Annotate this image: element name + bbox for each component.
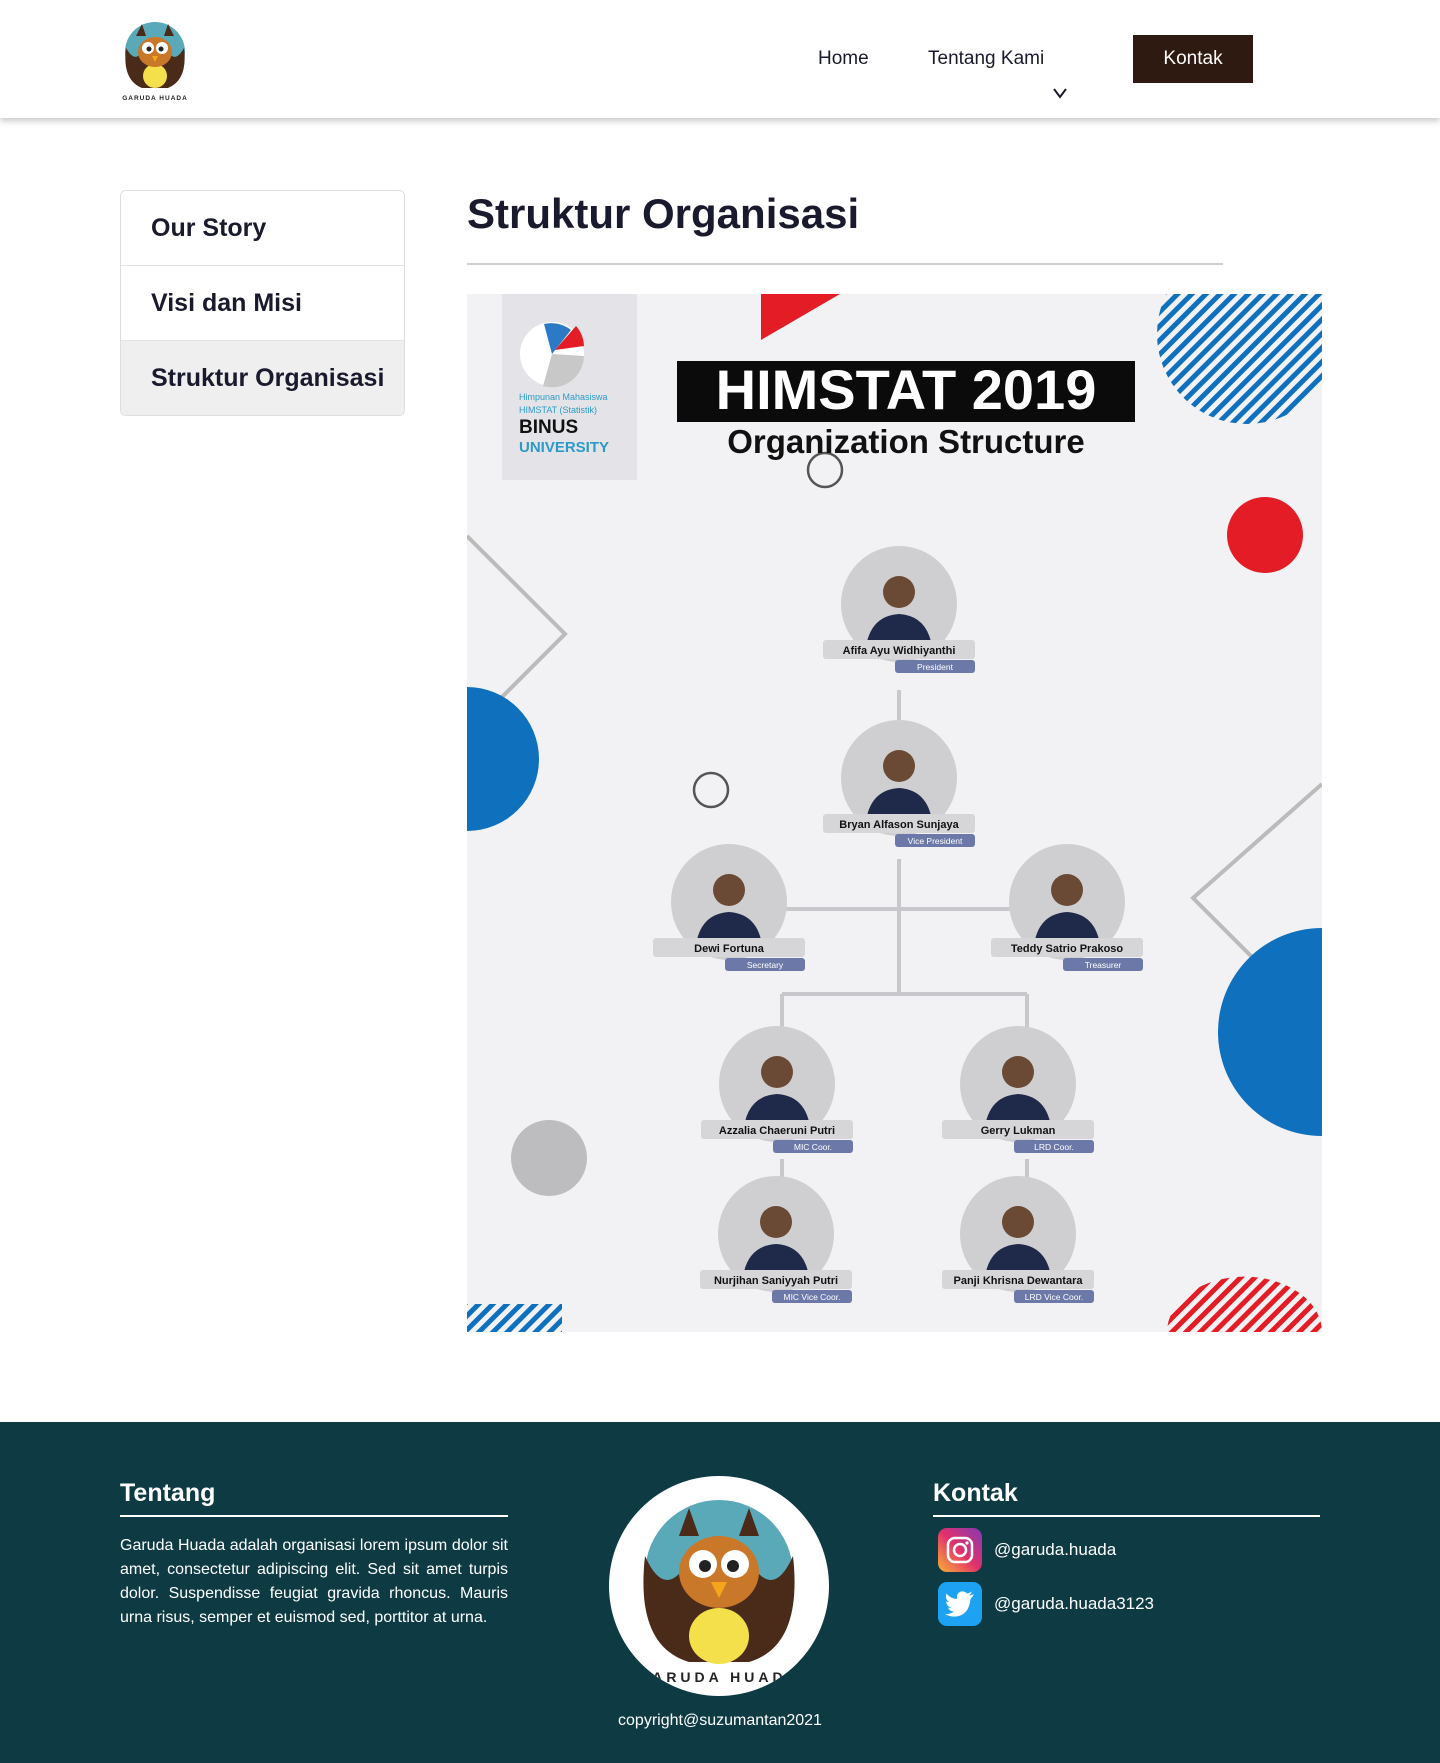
instagram-handle: @garuda.huada: [994, 1540, 1117, 1559]
garuda-huada-logo[interactable]: GARUDA HUADA: [118, 18, 192, 102]
badge-line-2: HIMSTAT (Statistik): [519, 405, 597, 415]
owl-logo-icon: GARUDA HUADA: [122, 22, 188, 102]
member-head: [1051, 874, 1083, 906]
member-role: MIC Vice Coor.: [783, 1292, 840, 1302]
member-role: LRD Vice Coor.: [1025, 1292, 1083, 1302]
member-role: President: [917, 662, 954, 672]
twitter-link[interactable]: @garuda.huada3123: [938, 1582, 1154, 1626]
member-role: Secretary: [747, 960, 784, 970]
member-head: [883, 750, 915, 782]
member-role: MIC Coor.: [794, 1142, 832, 1152]
instagram-icon: [938, 1528, 982, 1572]
twitter-handle: @garuda.huada3123: [994, 1594, 1155, 1613]
member-name: Dewi Fortuna: [694, 943, 765, 955]
member-head: [883, 576, 915, 608]
member-head: [761, 1056, 793, 1088]
kontak-button[interactable]: Kontak: [1133, 35, 1253, 83]
decor-stripes-bottom-left: [467, 1304, 562, 1332]
member-name: Azzalia Chaeruni Putri: [719, 1125, 835, 1137]
member-name: Panji Khrisna Dewantara: [954, 1275, 1084, 1287]
sidebar-item-struktur-organisasi[interactable]: Struktur Organisasi: [121, 341, 404, 415]
member-role: Treasurer: [1085, 960, 1122, 970]
footer-logo-text: GARUDA HUADA: [637, 1669, 800, 1685]
sidebar-item-visi-misi[interactable]: Visi dan Misi: [121, 266, 404, 341]
footer-copyright: copyright@suzumantan2021: [618, 1712, 822, 1729]
site-header: GARUDA HUADA Home Tentang Kami Kontak: [0, 0, 1440, 118]
title-divider: [467, 263, 1223, 265]
badge-line-3: BINUS: [519, 417, 578, 438]
sidebar-item-our-story[interactable]: Our Story: [121, 191, 404, 266]
logo-text: GARUDA HUADA: [122, 95, 188, 102]
footer-contact-heading: Kontak: [933, 1479, 1018, 1507]
chevron-down-icon[interactable]: [1052, 86, 1068, 100]
member-role: Vice President: [908, 836, 963, 846]
member-head: [760, 1206, 792, 1238]
nav-home[interactable]: Home: [818, 48, 869, 70]
twitter-icon: [938, 1582, 982, 1626]
decor-red-circle: [1227, 497, 1303, 573]
footer-about-text: Garuda Huada adalah organisasi lorem ips…: [120, 1537, 508, 1626]
member-head: [1002, 1206, 1034, 1238]
footer-logo: GARUDA HUADA: [609, 1476, 829, 1696]
member-head: [1002, 1056, 1034, 1088]
org-structure-image: Himpunan Mahasiswa HIMSTAT (Statistik) B…: [467, 294, 1322, 1332]
badge-line-4: UNIVERSITY: [519, 439, 609, 456]
member-head: [713, 874, 745, 906]
nav-tentang-kami[interactable]: Tentang Kami: [928, 48, 1044, 70]
footer-contact-divider: [933, 1515, 1320, 1517]
member-name: Teddy Satrio Prakoso: [1011, 943, 1124, 955]
image-subheading: Organization Structure: [727, 423, 1085, 460]
member-name: Afifa Ayu Widhiyanthi: [843, 645, 956, 657]
image-heading: HIMSTAT 2019: [716, 358, 1097, 421]
site-footer: Tentang Garuda Huada adalah organisasi l…: [0, 1422, 1440, 1763]
badge-line-1: Himpunan Mahasiswa: [519, 392, 608, 402]
page-title: Struktur Organisasi: [467, 190, 860, 237]
org-chart-graphic: Himpunan Mahasiswa HIMSTAT (Statistik) B…: [467, 294, 1322, 1332]
member-name: Nurjihan Saniyyah Putri: [714, 1275, 838, 1287]
footer-about-divider: [120, 1515, 508, 1517]
owl-logo-icon: GARUDA HUADA: [637, 1500, 800, 1685]
instagram-link[interactable]: @garuda.huada: [938, 1528, 1116, 1572]
about-sidebar: Our Story Visi dan Misi Struktur Organis…: [120, 190, 405, 416]
member-role: LRD Coor.: [1034, 1142, 1074, 1152]
member-name: Gerry Lukman: [981, 1125, 1056, 1137]
decor-grey-circle: [511, 1120, 587, 1196]
member-name: Bryan Alfason Sunjaya: [839, 819, 959, 831]
footer-about-heading: Tentang: [120, 1479, 216, 1507]
